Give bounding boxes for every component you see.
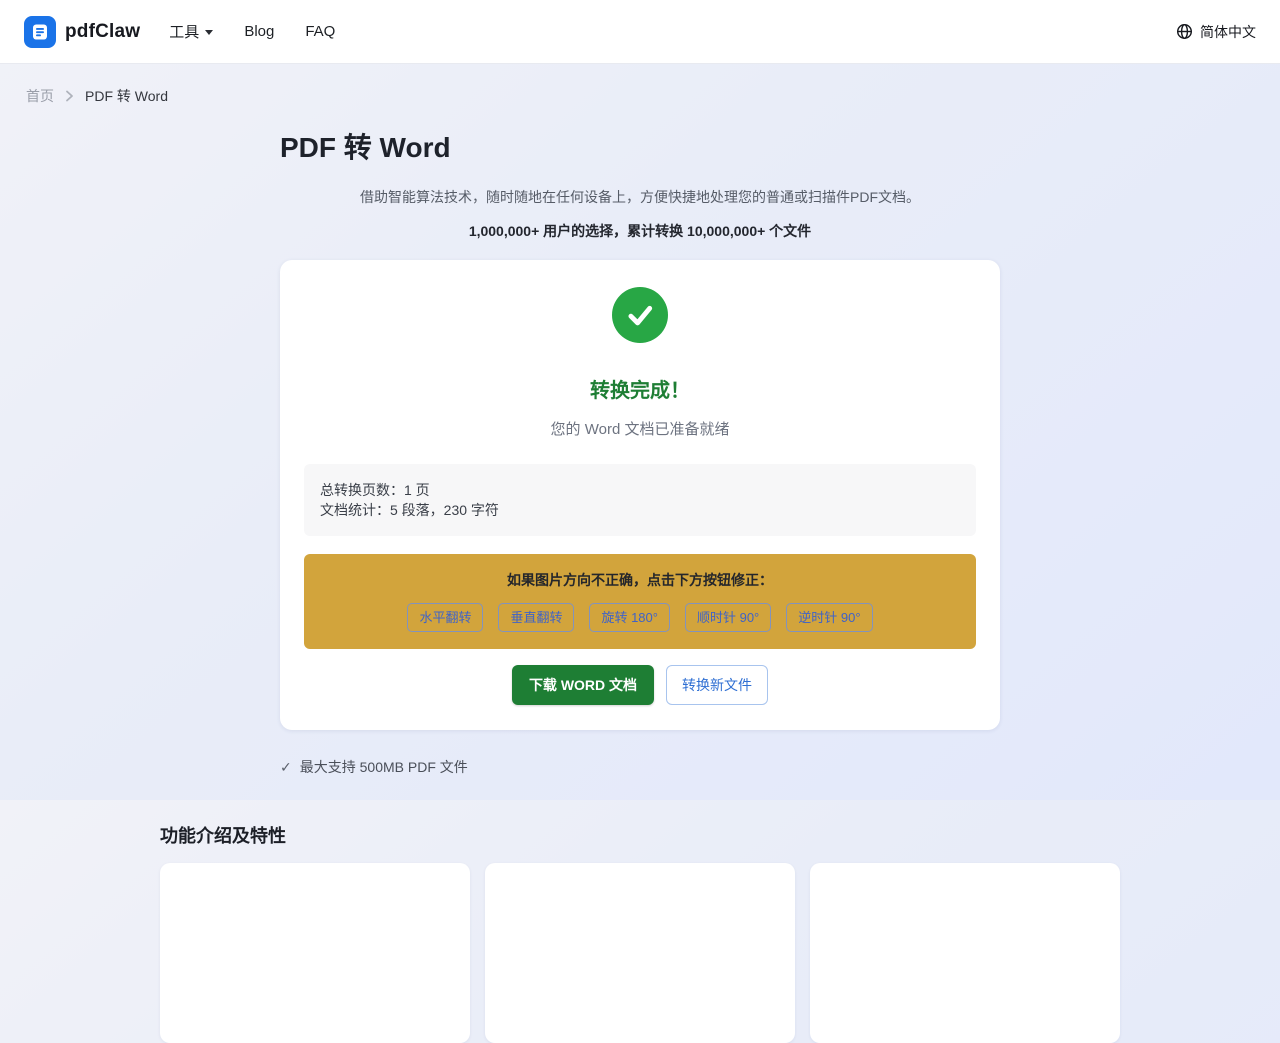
logo[interactable]: pdfClaw xyxy=(24,16,140,48)
page-subtitle: 借助智能算法技术，随时随地在任何设备上，方便快捷地处理您的普通或扫描件PDF文档… xyxy=(280,187,1000,207)
download-word-button[interactable]: 下载 WORD 文档 xyxy=(512,665,654,705)
breadcrumb: 首页 PDF 转 Word xyxy=(0,64,1280,106)
language-label: 简体中文 xyxy=(1200,22,1256,42)
breadcrumb-current: PDF 转 Word xyxy=(85,86,168,106)
nav-tools-label: 工具 xyxy=(169,21,199,42)
brand-name: pdfClaw xyxy=(65,21,140,43)
success-title: 转换完成！ xyxy=(304,374,976,403)
rotate-cw-90-button[interactable]: 顺时针 90° xyxy=(685,603,771,632)
feature-card xyxy=(160,863,470,1043)
conversion-result-card: 转换完成！ 您的 Word 文档已准备就绪 总转换页数：1 页 文档统计：5 段… xyxy=(280,260,1000,730)
usage-stats: 1,000,000+ 用户的选择，累计转换 10,000,000+ 个文件 xyxy=(280,221,1000,241)
breadcrumb-home-link[interactable]: 首页 xyxy=(26,86,54,106)
feature-card xyxy=(810,863,1120,1043)
rotate-ccw-90-button[interactable]: 逆时针 90° xyxy=(786,603,872,632)
conversion-stats-box: 总转换页数：1 页 文档统计：5 段落，230 字符 xyxy=(304,464,976,536)
max-file-size-note: ✓ 最大支持 500MB PDF 文件 xyxy=(280,757,1000,777)
rotate-180-button[interactable]: 旋转 180° xyxy=(589,603,670,632)
features-heading: 功能介绍及特性 xyxy=(160,822,1120,848)
main-container: PDF 转 Word 借助智能算法技术，随时随地在任何设备上，方便快捷地处理您的… xyxy=(160,126,1120,1043)
flip-vertical-button[interactable]: 垂直翻转 xyxy=(498,603,574,632)
nav-faq[interactable]: FAQ xyxy=(305,23,335,40)
nav-blog[interactable]: Blog xyxy=(244,23,274,40)
pages-converted-line: 总转换页数：1 页 xyxy=(320,480,960,500)
feature-cards-row xyxy=(160,863,1120,1043)
nav-blog-label: Blog xyxy=(244,23,274,40)
rotate-button-row: 水平翻转 垂直翻转 旋转 180° 顺时针 90° 逆时针 90° xyxy=(320,603,960,632)
convert-new-file-button[interactable]: 转换新文件 xyxy=(666,665,768,705)
chevron-right-icon xyxy=(65,90,74,102)
checkmark-icon: ✓ xyxy=(280,759,292,776)
chevron-down-icon xyxy=(205,30,213,35)
nav-tools[interactable]: 工具 xyxy=(169,21,213,42)
document-stats-line: 文档统计：5 段落，230 字符 xyxy=(320,500,960,520)
page-title: PDF 转 Word xyxy=(280,126,1000,166)
pdf-document-icon xyxy=(24,16,56,48)
orientation-fix-panel: 如果图片方向不正确，点击下方按钮修正： 水平翻转 垂直翻转 旋转 180° 顺时… xyxy=(304,554,976,649)
nav-faq-label: FAQ xyxy=(305,23,335,40)
flip-horizontal-button[interactable]: 水平翻转 xyxy=(407,603,483,632)
orientation-prompt: 如果图片方向不正确，点击下方按钮修正： xyxy=(320,570,960,590)
success-subtitle: 您的 Word 文档已准备就绪 xyxy=(304,418,976,439)
language-selector[interactable]: 简体中文 xyxy=(1176,22,1256,42)
max-file-size-text: 最大支持 500MB PDF 文件 xyxy=(300,757,468,777)
hero-column: PDF 转 Word 借助智能算法技术，随时随地在任何设备上，方便快捷地处理您的… xyxy=(280,126,1000,777)
action-button-row: 下载 WORD 文档 转换新文件 xyxy=(304,665,976,705)
top-bar: pdfClaw 工具 Blog FAQ 简体中文 xyxy=(0,0,1280,64)
globe-icon xyxy=(1176,23,1193,40)
main-nav: 工具 Blog FAQ xyxy=(169,21,335,42)
success-check-icon xyxy=(612,287,668,343)
feature-card xyxy=(485,863,795,1043)
